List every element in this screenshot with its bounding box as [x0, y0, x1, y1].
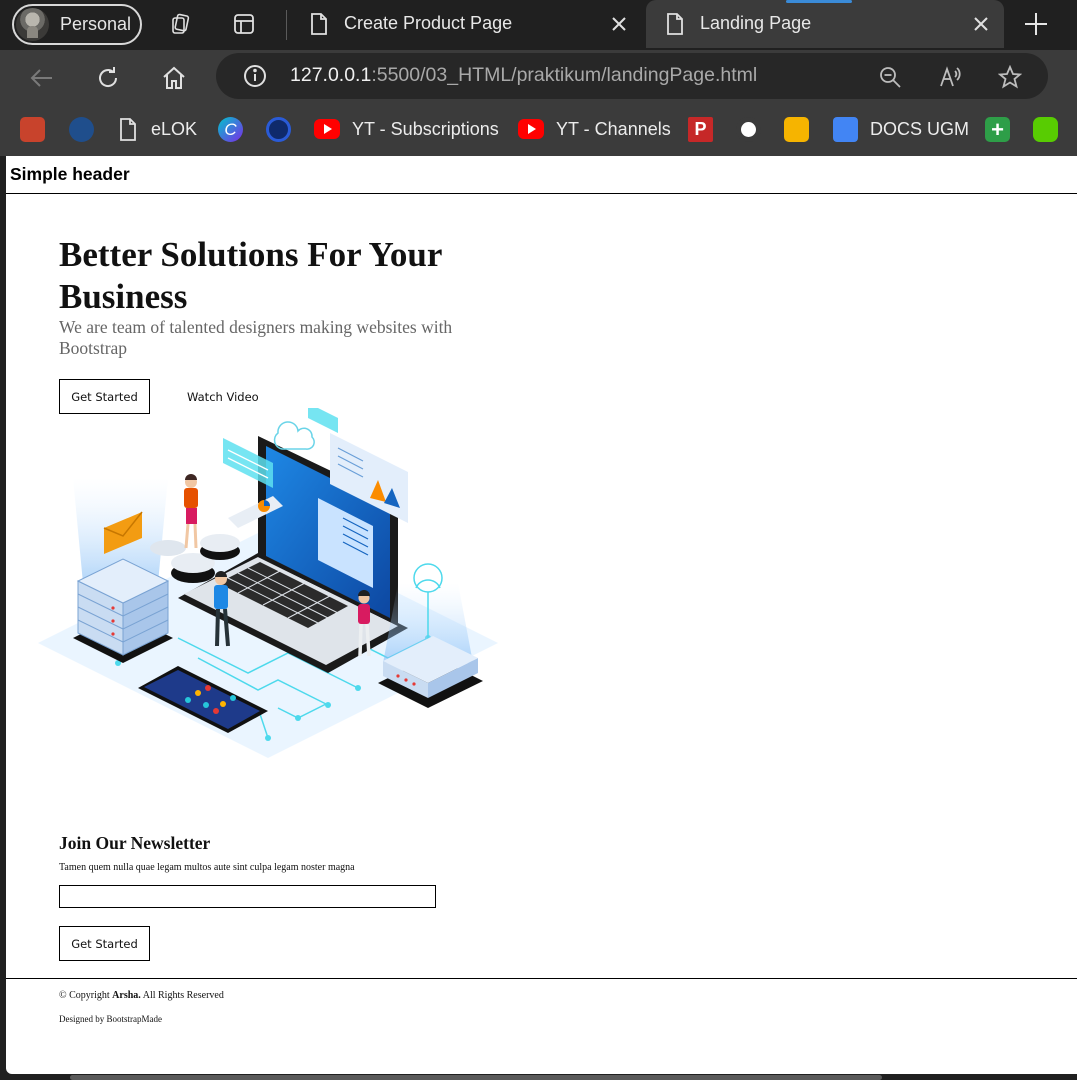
- back-arrow-icon[interactable]: [28, 64, 56, 92]
- bookmark-plus-tile[interactable]: +: [985, 116, 1010, 142]
- horizontal-scrollbar[interactable]: [70, 1075, 882, 1080]
- profile-label: Personal: [60, 14, 132, 34]
- profile-button[interactable]: Personal: [12, 4, 142, 45]
- new-tab-icon[interactable]: [1022, 10, 1050, 38]
- site-info-icon[interactable]: [242, 63, 268, 89]
- bookmark-label: YT - Channels: [556, 118, 671, 139]
- bookmarks-bar: eLOK C YT - Subscriptions YT - Channels …: [0, 104, 1077, 156]
- bookmark-label: YT - Subscriptions: [352, 118, 499, 139]
- github-icon: [736, 116, 761, 142]
- bookmark-gear[interactable]: [69, 116, 94, 142]
- favorite-star-icon[interactable]: [998, 65, 1022, 89]
- bookmark-label: eLOK: [151, 118, 198, 139]
- bookmark-elok[interactable]: eLOK: [117, 116, 197, 142]
- tab-landing-page[interactable]: Landing Page: [646, 0, 1004, 48]
- header-divider: [6, 193, 1077, 194]
- tab-strip: Personal Create Product Page Landing Pag…: [0, 0, 1077, 50]
- tab-title: Landing Page: [700, 13, 812, 33]
- page-viewport: Simple header Better Solutions For Your …: [6, 156, 1077, 1074]
- workspaces-icon[interactable]: [169, 12, 193, 36]
- duolingo-icon: [1033, 116, 1058, 142]
- profile-avatar: [16, 8, 49, 41]
- tab-separator: [286, 10, 287, 40]
- newsletter-text: Tamen quem nulla quae legam multos aute …: [59, 862, 355, 873]
- bookmark-crest[interactable]: [20, 116, 45, 142]
- close-icon[interactable]: [610, 15, 628, 33]
- p-logo-icon: P: [688, 116, 713, 142]
- plus-tile-icon: +: [985, 116, 1010, 142]
- bookmark-duolingo[interactable]: [1033, 116, 1058, 142]
- navigation-bar: 127.0.0.1:5500/03_HTML/praktikum/landing…: [0, 50, 1077, 104]
- footer-designed-by: Designed by BootstrapMade: [59, 1014, 162, 1024]
- url-text[interactable]: 127.0.0.1:5500/03_HTML/praktikum/landing…: [290, 64, 757, 87]
- close-icon[interactable]: [972, 15, 990, 33]
- newsletter-email-input[interactable]: [59, 885, 436, 908]
- document-icon: [667, 13, 683, 35]
- refresh-icon[interactable]: [94, 64, 122, 92]
- footer-brand: Arsha.: [112, 990, 141, 1001]
- bookmark-docs-ugm[interactable]: DOCS UGM: [833, 116, 969, 142]
- url-host: 127.0.0.1: [290, 64, 372, 86]
- copyright-prefix: © Copyright: [59, 990, 110, 1001]
- bookmark-label: DOCS UGM: [870, 118, 969, 139]
- newsletter-get-started-button[interactable]: Get Started: [59, 926, 150, 961]
- bookmark-p-logo[interactable]: P: [688, 116, 713, 142]
- read-aloud-icon[interactable]: [938, 65, 962, 89]
- footer-divider: [6, 978, 1077, 979]
- zoom-out-icon[interactable]: [878, 65, 902, 89]
- canva-icon: C: [218, 116, 243, 142]
- gear-badge-icon: [69, 116, 94, 142]
- newsletter-title: Join Our Newsletter: [59, 833, 211, 853]
- header-title: Simple header: [10, 164, 130, 184]
- bookmark-keep[interactable]: [784, 116, 809, 142]
- tab-actions-icon[interactable]: [232, 12, 256, 36]
- hero-subtitle: We are team of talented designers making…: [59, 317, 453, 358]
- bookmark-yt-subscriptions[interactable]: YT - Subscriptions: [314, 116, 499, 142]
- url-path: :5500/03_HTML/praktikum/landingPage.html: [371, 64, 758, 86]
- keep-bulb-icon: [784, 116, 809, 142]
- bookmark-fingerprint[interactable]: [266, 116, 291, 142]
- document-icon: [311, 13, 327, 35]
- google-docs-icon: [833, 116, 858, 142]
- youtube-icon: [518, 119, 544, 139]
- copyright-suffix: All Rights Reserved: [142, 990, 224, 1001]
- isometric-tech-illustration: [38, 408, 498, 758]
- home-icon[interactable]: [160, 64, 188, 92]
- tab-create-product-page[interactable]: Create Product Page: [290, 0, 642, 48]
- address-bar[interactable]: 127.0.0.1:5500/03_HTML/praktikum/landing…: [216, 53, 1048, 99]
- document-icon: [120, 117, 136, 141]
- bookmark-canva[interactable]: C: [218, 116, 243, 142]
- fingerprint-icon: [266, 116, 291, 142]
- footer-copyright: © Copyright Arsha. All Rights Reserved: [59, 990, 224, 1001]
- watch-video-link[interactable]: Watch Video: [187, 390, 259, 404]
- tab-title: Create Product Page: [344, 13, 513, 33]
- bookmark-yt-channels[interactable]: YT - Channels: [518, 116, 671, 142]
- hero-title: Better Solutions For Your Business: [59, 235, 442, 316]
- crest-icon: [20, 116, 45, 142]
- bookmark-github[interactable]: [736, 116, 761, 142]
- youtube-icon: [314, 119, 340, 139]
